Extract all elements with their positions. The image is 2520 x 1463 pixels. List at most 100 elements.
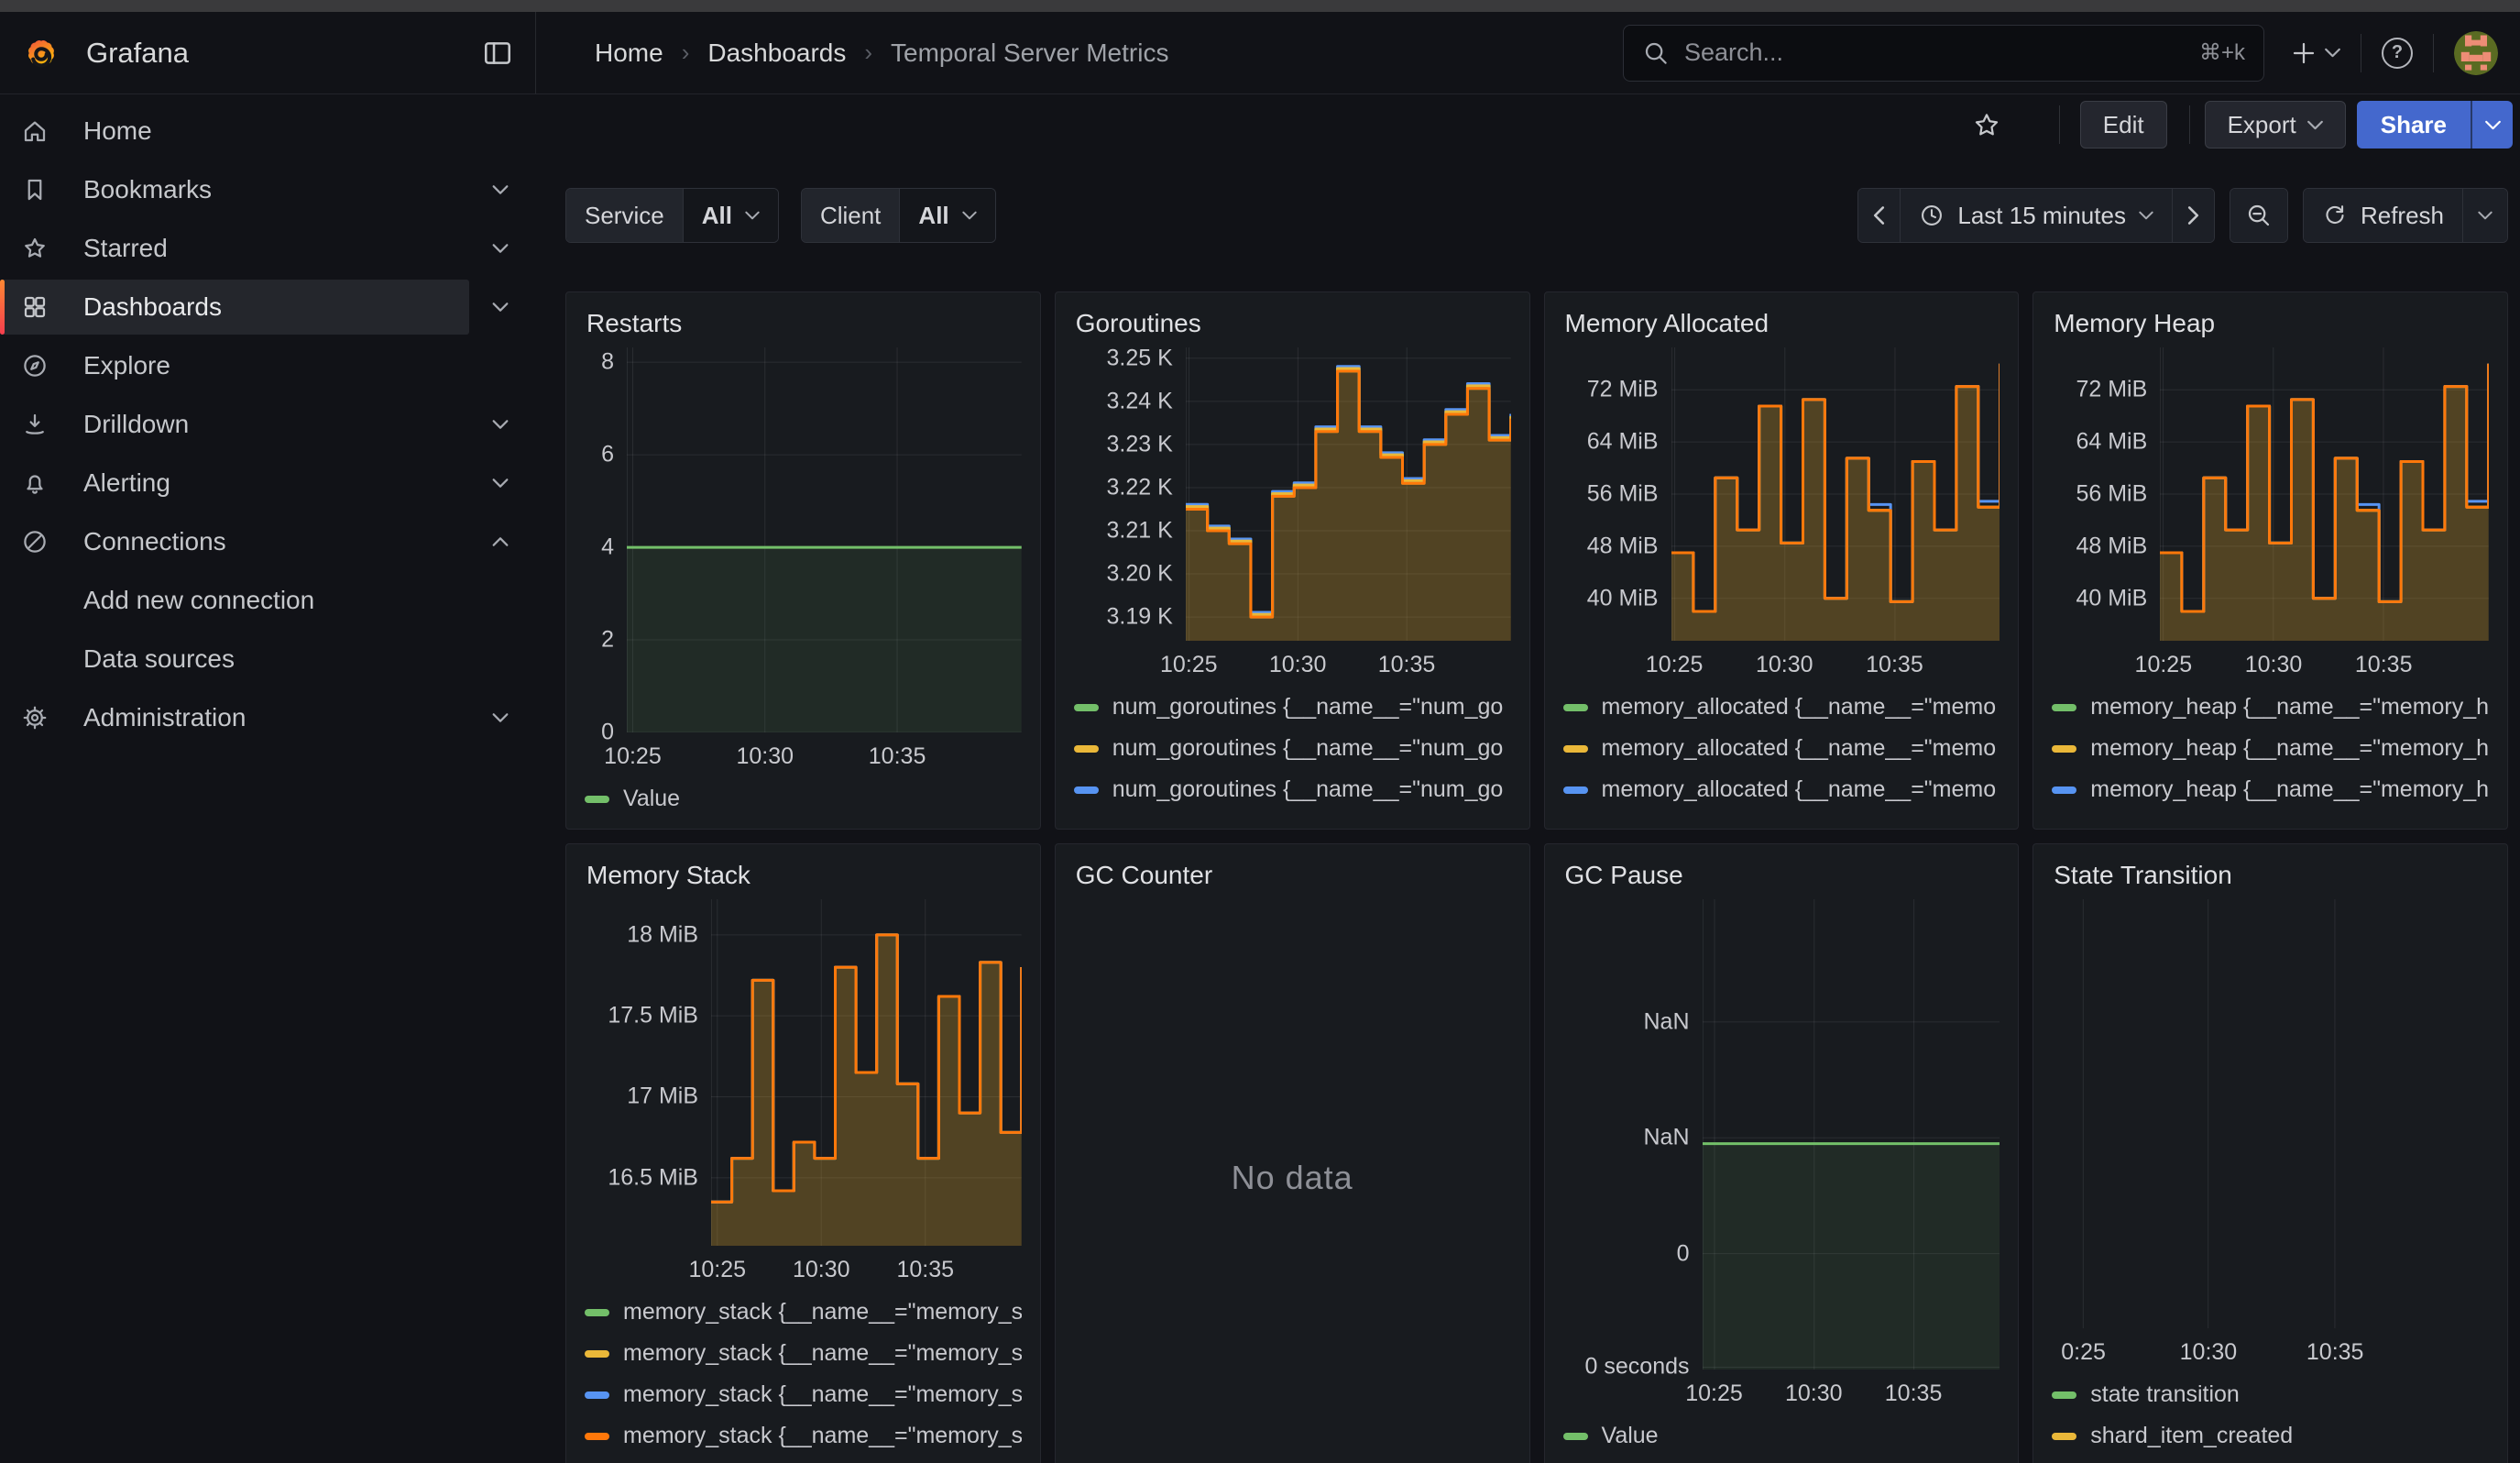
legend-item[interactable]: memory_heap {__name__="memory_h [2052,687,2489,728]
legend-item[interactable]: Value [585,778,1022,820]
legend-label: Value [623,786,680,812]
legend-item[interactable]: memory_allocated {__name__="memo [1563,769,2000,810]
legend-swatch-icon [2052,1433,2076,1440]
favorite-star-icon[interactable] [1973,111,2000,138]
sidebar-item-add-new-connection[interactable]: Add new connection [0,571,536,630]
sidebar-item-administration[interactable]: Administration [0,688,536,747]
legend-label: memory_heap {__name__="memory_h [2090,818,2489,820]
panel-title[interactable]: Goroutines [1076,309,1511,338]
panel-title[interactable]: Memory Allocated [1565,309,2000,338]
panel-title[interactable]: GC Counter [1076,861,1511,890]
x-axis-label: 10:35 [1378,652,1436,678]
legend-item[interactable]: Value [1563,1415,2000,1457]
plot-area[interactable] [711,899,1022,1246]
panel-goroutines: Goroutines 3.19 K3.20 K3.21 K3.22 K3.23 … [1055,292,1530,830]
legend-item[interactable]: num_goroutines {__name__="num_go [1074,728,1511,769]
y-axis-label: 40 MiB [2076,585,2147,611]
sidebar-item-home[interactable]: Home [0,102,536,160]
share-button[interactable]: Share [2357,101,2471,148]
sidebar-item-bookmarks[interactable]: Bookmarks [0,160,536,219]
x-axis-label: 10:25 [688,1257,746,1283]
panel-title[interactable]: State Transition [2054,861,2489,890]
sidebar-item-connections[interactable]: Connections [0,512,536,571]
legend-item[interactable]: memory_allocated {__name__="memo [1563,687,2000,728]
chevron-down-icon [2485,120,2501,130]
refresh-interval-dropdown[interactable] [2462,189,2507,242]
legend-item[interactable]: num_goroutines {__name__="num_go [1074,769,1511,810]
user-avatar[interactable] [2454,31,2498,75]
edit-button[interactable]: Edit [2080,101,2167,148]
time-shift-back-button[interactable] [1858,189,1900,242]
toolbar-divider [2189,105,2190,144]
zoom-out-icon [2245,202,2273,229]
y-axis-label: 48 MiB [1587,533,1659,559]
sidebar-item-explore[interactable]: Explore [0,336,536,395]
y-axis-label: 0 seconds [1585,1354,1690,1380]
breadcrumb-dashboards[interactable]: Dashboards [707,38,846,68]
y-axis-label: 56 MiB [2076,481,2147,508]
legend-item[interactable]: num_goroutines {__name__="num_go [1074,687,1511,728]
x-axis-label: 10:35 [2306,1339,2364,1366]
legend-item[interactable]: memory_stack {__name__="memory_s [585,1292,1022,1333]
time-range-picker[interactable]: Last 15 minutes [1900,189,2172,242]
sidebar-item-drilldown[interactable]: Drilldown [0,395,536,454]
plot-area[interactable] [1703,899,2000,1370]
legend-item[interactable]: memory_heap {__name__="memory_h [2052,769,2489,810]
refresh-button[interactable]: Refresh [2304,189,2462,242]
plot-area[interactable] [1671,347,2000,641]
time-shift-forward-button[interactable] [2172,189,2214,242]
zoom-out-button[interactable] [2230,188,2288,243]
legend-label: memory_allocated {__name__="memo [1602,694,1997,720]
export-button[interactable]: Export [2205,101,2346,148]
legend-item[interactable]: num_goroutines {__name__="num_go [1074,810,1511,820]
x-axis-label: 10:35 [869,743,926,770]
legend-swatch-icon [2052,704,2076,711]
y-axis-label: NaN [1643,1125,1689,1151]
plot-area[interactable] [2160,347,2489,641]
sidebar-item-data-sources[interactable]: Data sources [0,630,536,688]
legend-label: memory_stack {__name__="memory_s [623,1423,1022,1449]
sidebar-item-alerting[interactable]: Alerting [0,454,536,512]
sidebar-item-dashboards[interactable]: Dashboards [0,278,536,336]
plot-area[interactable] [627,347,1022,732]
legend-item[interactable]: memory_heap {__name__="memory_h [2052,728,2489,769]
panel-legend: Value [585,771,1022,820]
legend-label: memory_allocated {__name__="memo [1602,776,1997,803]
legend-item[interactable]: state transition [2052,1374,2489,1415]
share-dropdown-button[interactable] [2471,101,2513,148]
service-filter[interactable]: Service All [565,188,779,243]
service-filter-value[interactable]: All [683,189,778,242]
y-axis-label: 0 [601,720,614,746]
chevron-down-icon [2478,211,2493,220]
panel-title[interactable]: GC Pause [1565,861,2000,890]
plot-area[interactable] [1186,347,1511,641]
panel-title[interactable]: Memory Heap [2054,309,2489,338]
help-icon[interactable]: ? [2382,38,2413,69]
breadcrumb-home[interactable]: Home [595,38,663,68]
search-input[interactable]: Search... ⌘+k [1623,25,2264,82]
y-axis-label: 2 [601,627,614,654]
grafana-logo-icon[interactable] [20,32,62,74]
legend-item[interactable]: memory_allocated {__name__="memo [1563,728,2000,769]
legend-item[interactable]: memory_allocated {__name__="memo [1563,810,2000,820]
breadcrumb-separator: › [864,38,872,67]
client-filter[interactable]: Client All [801,188,996,243]
legend-item[interactable]: memory_stack {__name__="memory_s [585,1374,1022,1415]
legend-item[interactable]: memory_stack {__name__="memory_s [585,1333,1022,1374]
add-new-button[interactable] [2290,39,2340,67]
legend-item[interactable]: memory_stack {__name__="memory_s [585,1415,1022,1457]
sidebar-item-starred[interactable]: Starred [0,219,536,278]
sidebar-toggle-icon[interactable] [482,38,513,69]
x-axis-label: 10:35 [2355,652,2413,678]
panel-title[interactable]: Restarts [586,309,1022,338]
breadcrumb-separator: › [682,38,690,67]
legend-swatch-icon [2052,786,2076,794]
legend-item[interactable]: memory_heap {__name__="memory_h [2052,810,2489,820]
panel-memory-heap: Memory Heap 40 MiB48 MiB56 MiB64 MiB72 M… [2032,292,2508,830]
chevron-down-icon [492,713,509,723]
plot-area[interactable] [2052,899,2489,1328]
panel-title[interactable]: Memory Stack [586,861,1022,890]
panel-gc-counter: GC Counter No data [1055,843,1530,1463]
client-filter-value[interactable]: All [899,189,994,242]
legend-item[interactable]: shard_item_created [2052,1415,2489,1457]
